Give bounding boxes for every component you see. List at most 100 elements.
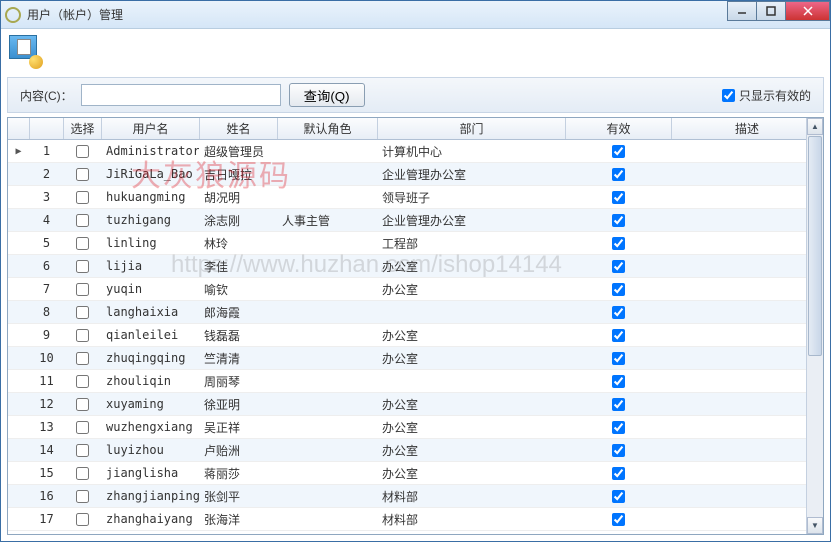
cell-name: 郎海霞 [200,304,278,321]
cell-valid[interactable] [566,467,672,480]
scroll-up-button[interactable]: ▲ [807,118,823,135]
row-select[interactable] [64,145,102,158]
cell-valid[interactable] [566,329,672,342]
valid-only-input[interactable] [722,89,735,102]
col-valid[interactable]: 有效 [566,118,672,139]
table-row[interactable]: 14luyizhou卢贻洲办公室 [8,439,823,462]
col-name[interactable]: 姓名 [200,118,278,139]
table-row[interactable]: 11zhouliqin周丽琴 [8,370,823,393]
cell-valid[interactable] [566,168,672,181]
valid-only-checkbox[interactable]: 只显示有效的 [722,87,811,104]
row-number: 8 [30,305,64,319]
row-number: 3 [30,190,64,204]
cell-username: zhuqingqing [102,351,200,365]
row-number: 16 [30,489,64,503]
table-row[interactable]: 6lijia李佳办公室 [8,255,823,278]
row-number: 4 [30,213,64,227]
table-row[interactable]: 16zhangjianping张剑平材料部 [8,485,823,508]
cell-role: 人事主管 [278,212,378,229]
cell-valid[interactable] [566,513,672,526]
table-row[interactable]: 9qianleilei钱磊磊办公室 [8,324,823,347]
row-select[interactable] [64,490,102,503]
table-row[interactable]: ▶1Administrator超级管理员计算机中心 [8,140,823,163]
cell-valid[interactable] [566,352,672,365]
table-row[interactable]: 13wuzhengxiang吴正祥办公室 [8,416,823,439]
cell-valid[interactable] [566,398,672,411]
cell-valid[interactable] [566,375,672,388]
table-row[interactable]: 8langhaixia郎海霞 [8,301,823,324]
grid-body: ▶1Administrator超级管理员计算机中心2JiRiGaLa_Bao吉日… [8,140,823,535]
cell-valid[interactable] [566,444,672,457]
col-number[interactable] [30,118,64,139]
row-select[interactable] [64,513,102,526]
table-row[interactable]: 17zhanghaiyang张海洋材料部 [8,508,823,531]
table-row[interactable]: 2JiRiGaLa_Bao吉日嘎拉企业管理办公室 [8,163,823,186]
cell-name: 喻钦 [200,281,278,298]
row-select[interactable] [64,237,102,250]
cell-valid[interactable] [566,490,672,503]
query-button[interactable]: 查询(Q) [289,83,365,107]
cell-valid[interactable] [566,306,672,319]
row-select[interactable] [64,467,102,480]
cell-username: tuzhigang [102,213,200,227]
col-select[interactable]: 选择 [64,118,102,139]
row-select[interactable] [64,444,102,457]
row-select[interactable] [64,260,102,273]
maximize-button[interactable] [756,1,786,21]
cell-valid[interactable] [566,260,672,273]
cell-department: 企业管理办公室 [378,212,566,229]
row-select[interactable] [64,168,102,181]
row-select[interactable] [64,421,102,434]
cell-valid[interactable] [566,421,672,434]
table-row[interactable]: 15jianglisha蒋丽莎办公室 [8,462,823,485]
table-row[interactable]: 12xuyaming徐亚明办公室 [8,393,823,416]
cell-valid[interactable] [566,214,672,227]
row-select[interactable] [64,214,102,227]
scroll-thumb[interactable] [808,136,822,356]
scroll-down-button[interactable]: ▼ [807,517,823,534]
row-select[interactable] [64,329,102,342]
vertical-scrollbar[interactable]: ▲ ▼ [806,118,823,534]
row-select[interactable] [64,283,102,296]
window-title: 用户（帐户）管理 [27,6,826,23]
col-description[interactable]: 描述 [672,118,823,139]
cell-name: 超级管理员 [200,143,278,160]
cell-username: zhangjianping [102,489,200,503]
col-department[interactable]: 部门 [378,118,566,139]
row-number: 7 [30,282,64,296]
table-row[interactable]: 10zhuqingqing竺清清办公室 [8,347,823,370]
search-bar: 内容(C)： 查询(Q) 只显示有效的 [7,77,824,113]
cell-department: 企业管理办公室 [378,166,566,183]
col-role[interactable]: 默认角色 [278,118,378,139]
minimize-button[interactable] [727,1,757,21]
close-button[interactable] [785,1,830,21]
col-pointer[interactable] [8,118,30,139]
table-row[interactable]: 4tuzhigang涂志刚人事主管企业管理办公室 [8,209,823,232]
search-input[interactable] [81,84,281,106]
row-select[interactable] [64,191,102,204]
cell-valid[interactable] [566,283,672,296]
col-username[interactable]: 用户名 [102,118,200,139]
cell-username: jianglisha [102,466,200,480]
cell-valid[interactable] [566,237,672,250]
valid-only-label: 只显示有效的 [739,87,811,104]
cell-department: 办公室 [378,327,566,344]
cell-username: xuyaming [102,397,200,411]
row-select[interactable] [64,398,102,411]
table-row[interactable]: 7yuqin喻钦办公室 [8,278,823,301]
row-select[interactable] [64,306,102,319]
row-select[interactable] [64,352,102,365]
cell-department: 材料部 [378,511,566,528]
row-number: 9 [30,328,64,342]
row-number: 11 [30,374,64,388]
app-title-icon [5,7,21,23]
row-select[interactable] [64,375,102,388]
cell-valid[interactable] [566,191,672,204]
titlebar[interactable]: 用户（帐户）管理 [1,1,830,29]
cell-name: 卢贻洲 [200,442,278,459]
table-row[interactable]: 3hukuangming胡况明领导班子 [8,186,823,209]
table-row[interactable]: 5linling林玲工程部 [8,232,823,255]
content-label: 内容(C)： [20,87,73,104]
cell-valid[interactable] [566,145,672,158]
cell-username: linling [102,236,200,250]
